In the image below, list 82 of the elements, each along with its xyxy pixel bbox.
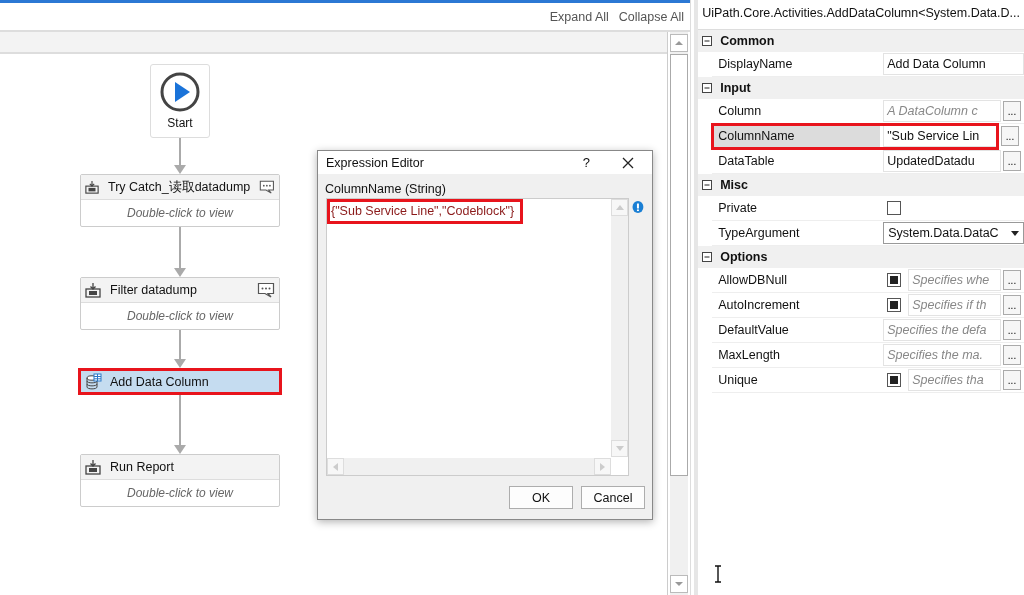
ellipsis-button[interactable]: ... (1003, 320, 1021, 340)
checkbox[interactable] (887, 373, 902, 387)
property-name[interactable]: Unique (712, 368, 881, 392)
checkbox[interactable] (887, 273, 902, 287)
start-node[interactable]: Start (150, 64, 210, 138)
collapse-icon[interactable] (702, 83, 713, 93)
close-icon (622, 156, 634, 169)
toolbar-link[interactable]: Collapse All (618, 9, 685, 24)
category-title: Common (720, 34, 775, 48)
property-name[interactable]: DisplayName (712, 52, 881, 76)
type-dropdown[interactable]: System.Data.DataC (883, 222, 1024, 244)
scroll-right-icon (600, 462, 606, 471)
scroll-down-icon (615, 446, 624, 451)
connector-arrow (174, 227, 186, 277)
dialog-button[interactable]: OK (509, 486, 573, 509)
info-icon (632, 201, 644, 213)
scroll-down-icon (674, 581, 685, 587)
field-label: ColumnName (String) (324, 181, 447, 198)
property-name[interactable]: AutoIncrement (712, 293, 881, 317)
expression-field[interactable]: {"Sub Service Line","Codeblock"} (326, 198, 630, 476)
property-value[interactable]: Specifies tha (908, 369, 1001, 391)
property-value[interactable]: UpdatedDatadu (883, 150, 1001, 172)
property-value[interactable]: Specifies whe (908, 269, 1001, 291)
property-name[interactable]: ColumnName (712, 124, 881, 148)
ellipsis-button[interactable]: ... (1003, 151, 1021, 171)
ellipsis-button[interactable]: ... (1003, 270, 1021, 290)
checkbox[interactable] (887, 298, 902, 312)
property-name[interactable]: DefaultValue (712, 318, 881, 342)
connector-arrow (174, 138, 186, 174)
category-title: Misc (720, 178, 748, 192)
ellipsis-button[interactable]: ... (1003, 295, 1021, 315)
collapse-icon[interactable] (702, 180, 713, 190)
activity-hint: Double-click to view (125, 308, 235, 325)
activity-card[interactable]: Filter datadump Double-click to view (80, 277, 280, 330)
play-icon (160, 72, 200, 112)
toolbar-link[interactable]: Expand All (549, 9, 609, 24)
text-cursor-icon (714, 565, 723, 583)
activity-title: Try Catch_读取datadump (108, 178, 251, 196)
connector-arrow (174, 330, 186, 368)
database-icon (85, 373, 102, 390)
property-name[interactable]: AllowDBNull (712, 268, 881, 292)
dialog-button[interactable]: Cancel (581, 486, 645, 509)
activity-card[interactable]: Add Data Column (78, 368, 282, 395)
property-name[interactable]: TypeArgument (712, 221, 881, 245)
dialog-title: Expression Editor (326, 155, 425, 170)
property-name[interactable]: Private (712, 196, 881, 220)
dropdown-caret-icon (1011, 230, 1019, 236)
activity-title: Run Report (110, 460, 175, 474)
activity-card[interactable]: Try Catch_读取datadump Double-click to view (80, 174, 280, 227)
category-title: Options (720, 250, 768, 264)
activity-title: Add Data Column (110, 374, 210, 389)
property-value[interactable]: Add Data Column (883, 53, 1024, 75)
activity-title: Filter datadump (110, 283, 198, 297)
scroll-left-icon (333, 462, 338, 471)
property-value[interactable]: A DataColumn c (883, 100, 1001, 122)
property-name[interactable]: Column (712, 99, 881, 123)
category-title: Input (720, 81, 751, 95)
activity-card[interactable]: Run Report Double-click to view (80, 454, 280, 507)
scroll-up-icon (615, 205, 624, 210)
ellipsis-button[interactable]: ... (1001, 126, 1019, 146)
scroll-up-icon (674, 40, 685, 46)
activity-hint: Double-click to view (125, 485, 235, 502)
property-name[interactable]: MaxLength (712, 343, 881, 367)
expression-text: {"Sub Service Line","Codeblock"} (331, 203, 515, 219)
ellipsis-button[interactable]: ... (1003, 345, 1021, 365)
tray-icon (85, 179, 99, 195)
property-value[interactable]: "Sub Service Lin (883, 125, 998, 147)
tray-icon (85, 459, 101, 475)
checkbox[interactable] (887, 201, 902, 215)
property-value[interactable]: Specifies if th (908, 294, 1001, 316)
help-button[interactable]: ? (582, 155, 590, 170)
property-value[interactable]: Specifies the ma. (883, 344, 1001, 366)
tray-icon (85, 282, 101, 298)
connector-arrow (174, 395, 186, 454)
property-value[interactable]: Specifies the defa (883, 319, 1001, 341)
activity-hint: Double-click to view (125, 205, 235, 222)
collapse-icon[interactable] (702, 36, 713, 46)
ellipsis-button[interactable]: ... (1003, 101, 1021, 121)
scrollbar[interactable] (670, 32, 689, 595)
ellipsis-button[interactable]: ... (1003, 370, 1021, 390)
property-name[interactable]: DataTable (712, 149, 881, 173)
collapse-icon[interactable] (702, 252, 713, 262)
